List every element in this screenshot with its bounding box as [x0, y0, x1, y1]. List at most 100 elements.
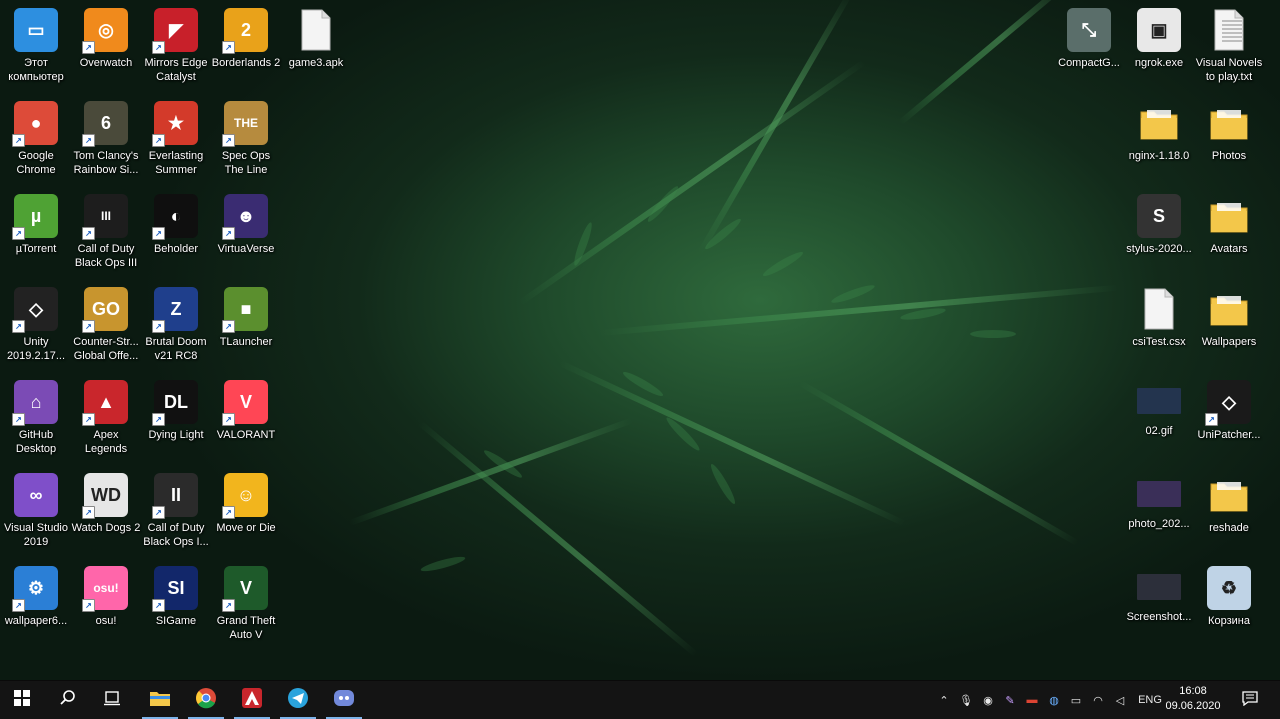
taskbar-chrome-button[interactable] [184, 681, 228, 719]
desktop-icon-label: Call of Duty Black Ops III [74, 243, 138, 269]
discord-tray-icon[interactable]: ◉ [978, 691, 998, 709]
shortcut-arrow-icon: ↗ [152, 506, 165, 519]
desktop-icon-screenshot[interactable]: Screenshot... [1123, 558, 1195, 648]
desktop-icon-label: reshade [1209, 522, 1249, 534]
desktop-icon-wallpaper6[interactable]: ⚙ ↗ wallpaper6... [0, 558, 72, 648]
flag-icon[interactable]: ▬ [1022, 691, 1042, 709]
clock[interactable]: 16:08 09.06.2020 [1162, 684, 1224, 714]
taskbar-explorer-button[interactable] [138, 681, 182, 719]
windows-start-icon [14, 689, 30, 711]
valorant-icon: V ↗ [222, 380, 268, 426]
volume-icon[interactable]: ◁ [1110, 691, 1130, 709]
shortcut-arrow-icon: ↗ [222, 41, 235, 54]
unipatcher-icon: ◇ ↗ [1205, 380, 1251, 426]
desktop-icon-borderlands2[interactable]: 2 ↗ Borderlands 2 [210, 0, 282, 90]
shortcut-arrow-icon: ↗ [152, 227, 165, 240]
desktop-icon-tlauncher[interactable]: ■ ↗ TLauncher [210, 279, 282, 369]
desktop-icon-reshade[interactable]: reshade [1193, 465, 1265, 555]
desktop-icon-game3apk[interactable]: game3.apk [280, 0, 352, 90]
valorant-icon-glyph: V [239, 391, 252, 412]
desktop-icon-label: Avatars [1210, 243, 1248, 255]
desktop-icon-compactgui[interactable]: ⤡ CompactG... [1053, 0, 1125, 90]
desktop-icon-unity[interactable]: ◇ ↗ Unity 2019.2.17... [0, 279, 72, 369]
desktop-icon-valorant[interactable]: V ↗ VALORANT [210, 372, 282, 462]
desktop-icon-recycle-bin[interactable]: ♻ Корзина [1193, 558, 1265, 648]
desktop-icon-gif02[interactable]: 02.gif [1123, 372, 1195, 462]
github-desktop-icon: ⌂ ↗ [12, 380, 58, 426]
desktop-icon-utorrent[interactable]: µ ↗ µTorrent [0, 186, 72, 276]
visual-studio-icon-glyph: ∞ [29, 484, 43, 505]
desktop-icon-visual-novels[interactable]: Visual Novels to play.txt [1193, 0, 1265, 90]
chevron-up-icon[interactable]: ⌃ [934, 691, 954, 709]
desktop-icon-apex[interactable]: ▲ ↗ Apex Legends [70, 372, 142, 462]
desktop-icon-label: osu! [95, 615, 117, 627]
taskbar-apex-button[interactable] [230, 681, 274, 719]
shortcut-arrow-icon: ↗ [222, 227, 235, 240]
desktop-icon-dying-light[interactable]: DL ↗ Dying Light [140, 372, 212, 462]
desktop-icon-beholder[interactable]: ◐ ↗ Beholder [140, 186, 212, 276]
desktop-icon-github-desktop[interactable]: ⌂ ↗ GitHub Desktop [0, 372, 72, 462]
desktop-icon-label: csiTest.csx [1132, 336, 1186, 348]
desktop-icon-overwatch[interactable]: ◎ ↗ Overwatch [70, 0, 142, 90]
desktop-icon-sigame[interactable]: SI ↗ SIGame [140, 558, 212, 648]
desktop-icon-wallpapers[interactable]: Wallpapers [1193, 279, 1265, 369]
desktop-icon-nginx[interactable]: nginx-1.18.0 [1123, 93, 1195, 183]
desktop-icon-virtuaverse[interactable]: ☻ ↗ VirtuaVerse [210, 186, 282, 276]
battery-icon[interactable]: ▭ [1066, 691, 1086, 709]
desktop-icon-cod-bo[interactable]: II ↗ Call of Duty Black Ops I... [140, 465, 212, 555]
desktop-icon-label: Move or Die [216, 522, 276, 534]
shortcut-arrow-icon: ↗ [222, 599, 235, 612]
desktop-icon-csgo[interactable]: GO ↗ Counter-Str... Global Offe... [70, 279, 142, 369]
desktop-icon-label: Borderlands 2 [211, 57, 281, 69]
shortcut-arrow-icon: ↗ [12, 320, 25, 333]
borderlands2-icon-glyph: 2 [240, 19, 251, 40]
desktop-icon-gta5[interactable]: V ↗ Grand Theft Auto V [210, 558, 282, 648]
desktop-icon-brutal-doom[interactable]: Z ↗ Brutal Doom v21 RC8 [140, 279, 212, 369]
search-button[interactable] [46, 681, 90, 719]
taskbar-telegram-button[interactable] [276, 681, 320, 719]
desktop-icon-label: stylus-2020... [1126, 243, 1192, 255]
desktop-icon-unipatcher[interactable]: ◇ ↗ UniPatcher... [1193, 372, 1265, 462]
desktop-icon-everlasting-summer[interactable]: ★ ↗ Everlasting Summer [140, 93, 212, 183]
desktop-icon-photo2020[interactable]: photo_202... [1123, 465, 1195, 555]
desktop-icon-label: Wallpapers [1201, 336, 1257, 348]
sigame-icon-glyph: SI [167, 577, 185, 598]
desktop-icon-csitest[interactable]: csiTest.csx [1123, 279, 1195, 369]
task-view-button[interactable] [90, 681, 134, 719]
dying-light-icon-glyph: DL [164, 391, 188, 412]
shortcut-arrow-icon: ↗ [12, 413, 25, 426]
desktop-icon-photos[interactable]: Photos [1193, 93, 1265, 183]
desktop-icon-spec-ops[interactable]: THE ↗ Spec Ops The Line [210, 93, 282, 183]
desktop-icon-ngrok[interactable]: ▣ ngrok.exe [1123, 0, 1195, 90]
desktop-icon-label: Beholder [153, 243, 199, 255]
action-center-button[interactable] [1228, 681, 1272, 719]
desktop-icon-cod-bo3[interactable]: III ↗ Call of Duty Black Ops III [70, 186, 142, 276]
desktop-icon-avatars[interactable]: Avatars [1193, 186, 1265, 276]
desktop-icon-label: Корзина [1208, 615, 1250, 627]
desktop-icon-stylus[interactable]: Sstylus-2020... [1123, 186, 1195, 276]
desktop-icon-watch-dogs2[interactable]: WD ↗ Watch Dogs 2 [70, 465, 142, 555]
visual-studio-icon: ∞ [14, 473, 58, 517]
wifi-icon[interactable]: ◠ [1088, 691, 1108, 709]
globe-icon[interactable]: ◍ [1044, 691, 1064, 709]
desktop-icon-this-pc[interactable]: ▭ Этот компьютер [0, 0, 72, 90]
action-center-icon [1242, 690, 1258, 711]
file-icon [1137, 287, 1181, 331]
desktop-icon-move-or-die[interactable]: ☺ ↗ Move or Die [210, 465, 282, 555]
desktop-icon-visual-studio[interactable]: ∞ Visual Studio 2019 [0, 465, 72, 555]
watch-dogs2-icon: WD ↗ [82, 473, 128, 519]
taskbar-discord-button[interactable] [322, 681, 366, 719]
shortcut-arrow-icon: ↗ [152, 134, 165, 147]
desktop-icon-osu[interactable]: osu! ↗ osu! [70, 558, 142, 648]
start-button[interactable] [0, 681, 44, 719]
microphone-icon[interactable]: 🎙 [956, 691, 976, 709]
desktop-icon-rainbow-six[interactable]: 6 ↗ Tom Clancy's Rainbow Si... [70, 93, 142, 183]
desktop-icon-label: Tom Clancy's Rainbow Si... [73, 150, 139, 176]
desktop-icon-chrome[interactable]: ● ↗ Google Chrome [0, 93, 72, 183]
apex-icon [241, 687, 263, 714]
desktop-icon-mirrors-edge[interactable]: ◤ ↗ Mirrors Edge Catalyst [140, 0, 212, 90]
apex-icon: ▲ ↗ [82, 380, 128, 426]
shortcut-arrow-icon: ↗ [82, 320, 95, 333]
feather-icon[interactable]: ✎ [1000, 691, 1020, 709]
unity-icon-glyph: ◇ [29, 298, 43, 319]
